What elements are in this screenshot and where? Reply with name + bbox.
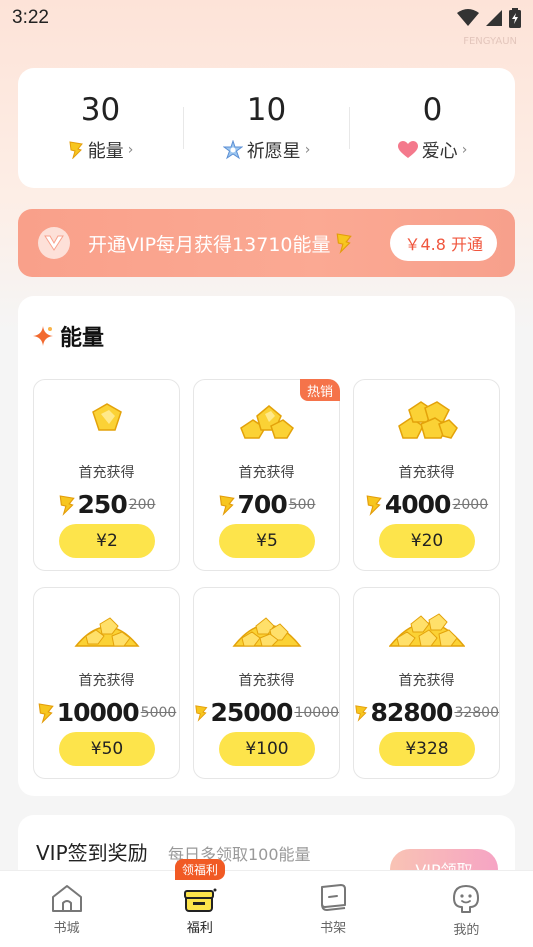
checkin-title: VIP签到奖励 — [36, 841, 148, 865]
stat-label: 能量 — [87, 141, 124, 163]
pack-amount: 700 — [237, 490, 288, 519]
status-icons — [457, 8, 521, 28]
pack-price-button[interactable]: ¥2 — [59, 524, 155, 558]
energy-pack[interactable]: 首充获得 25000 10000 ¥100 — [193, 587, 340, 779]
cellular-signal-icon — [486, 10, 502, 26]
pack-original: 10000 — [294, 704, 339, 721]
stat-energy[interactable]: 30 能量 › — [18, 93, 183, 163]
status-bar: 3:22 — [0, 0, 533, 36]
sparkle-icon — [33, 326, 53, 346]
chevron-right-icon: › — [304, 142, 311, 159]
pack-price-button[interactable]: ¥100 — [219, 732, 315, 766]
gold-pile-icon — [194, 606, 339, 656]
energy-icon — [195, 704, 208, 722]
pack-note: 首充获得 — [238, 465, 295, 481]
wish-star-icon — [222, 140, 243, 160]
pack-note: 首充获得 — [398, 465, 455, 481]
pack-original: 5000 — [140, 704, 177, 721]
gold-nugget-icon — [194, 398, 339, 448]
wifi-icon — [457, 9, 479, 26]
stats-card: 30 能量 › 10 祈愿星 › 0 爱心 › — [18, 68, 515, 188]
energy-icon — [69, 141, 83, 160]
energy-icon — [355, 704, 368, 722]
pack-amount: 250 — [77, 490, 128, 519]
tab-label: 书城 — [53, 921, 80, 936]
bookshelf-icon — [321, 884, 347, 912]
stat-heart[interactable]: 0 爱心 › — [350, 93, 515, 163]
pack-note: 首充获得 — [398, 673, 455, 689]
gold-pile-icon — [354, 606, 499, 656]
energy-icon — [336, 233, 352, 254]
energy-icon — [366, 494, 382, 516]
pack-price-button[interactable]: ¥50 — [59, 732, 155, 766]
energy-card: 能量 首充获得 250 200 ¥2 热销 首充获得 700 500 ¥5 首充… — [18, 296, 515, 796]
bookstore-icon — [51, 885, 82, 912]
stat-label: 祈愿星 — [246, 141, 301, 163]
pack-original: 200 — [128, 496, 156, 513]
energy-pack[interactable]: 热销 首充获得 700 500 ¥5 — [193, 379, 340, 571]
gold-nugget-icon — [34, 398, 179, 448]
pack-original: 32800 — [454, 704, 499, 721]
energy-icon — [59, 494, 75, 516]
battery-icon — [509, 8, 521, 28]
pack-note: 首充获得 — [78, 465, 135, 481]
bottom-tab-bar: 书城 领福利 福利 书架 我的 — [0, 859, 533, 947]
energy-pack[interactable]: 首充获得 250 200 ¥2 — [33, 379, 180, 571]
profile-icon — [453, 885, 480, 913]
energy-pack[interactable]: 首充获得 10000 5000 ¥50 — [33, 587, 180, 779]
vip-open-button[interactable]: ￥4.8 开通 — [390, 225, 497, 261]
tab-bookstore[interactable]: 书城 — [0, 871, 133, 947]
gift-box-icon — [183, 888, 217, 912]
heart-icon — [397, 141, 418, 159]
stat-value: 10 — [246, 91, 287, 128]
energy-pack[interactable]: 首充获得 4000 2000 ¥20 — [353, 379, 500, 571]
pack-price-button[interactable]: ¥328 — [379, 732, 475, 766]
tab-profile[interactable]: 我的 — [400, 871, 533, 947]
section-title: 能量 — [60, 326, 105, 351]
pack-amount: 4000 — [384, 490, 452, 519]
pack-amount: 10000 — [56, 698, 140, 727]
tab-label: 福利 — [186, 921, 213, 936]
energy-pack[interactable]: 首充获得 82800 32800 ¥328 — [353, 587, 500, 779]
pack-price-button[interactable]: ¥20 — [379, 524, 475, 558]
gold-nugget-icon — [354, 398, 499, 448]
tab-label: 我的 — [453, 923, 480, 938]
pack-price-button[interactable]: ¥5 — [219, 524, 315, 558]
pack-note: 首充获得 — [78, 673, 135, 689]
chevron-right-icon: › — [127, 142, 134, 159]
status-time: 3:22 — [12, 7, 49, 28]
vip-banner[interactable]: 开通VIP每月获得13710能量 ￥4.8 开通 — [18, 209, 515, 277]
stat-value: 0 — [422, 91, 443, 128]
energy-icon — [38, 702, 54, 724]
vip-banner-text: 开通VIP每月获得13710能量 — [88, 233, 331, 256]
gold-pile-icon — [34, 606, 179, 656]
watermark: FENGYAUN — [463, 36, 517, 47]
pack-note: 首充获得 — [238, 673, 295, 689]
stat-wish-star[interactable]: 10 祈愿星 › — [184, 93, 349, 163]
pack-amount: 82800 — [370, 698, 453, 727]
energy-icon — [219, 494, 235, 516]
pack-original: 2000 — [452, 496, 489, 513]
chevron-right-icon: › — [461, 142, 468, 159]
tab-badge: 领福利 — [174, 859, 225, 880]
stat-label: 爱心 — [421, 141, 458, 163]
tab-label: 书架 — [320, 921, 347, 936]
vip-logo-icon — [38, 227, 70, 259]
pack-original: 500 — [288, 496, 316, 513]
pack-amount: 25000 — [210, 698, 293, 727]
tab-welfare[interactable]: 领福利 福利 — [133, 859, 266, 947]
stat-value: 30 — [80, 91, 121, 128]
tab-bookshelf[interactable]: 书架 — [267, 871, 400, 947]
